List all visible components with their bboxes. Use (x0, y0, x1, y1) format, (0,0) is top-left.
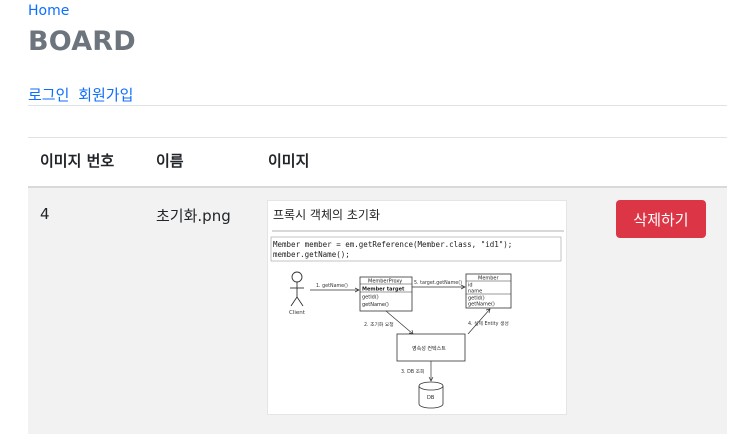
row-image-number: 4 (40, 205, 50, 223)
header-image: 이미지 (268, 152, 310, 170)
db-label: DB (427, 395, 435, 401)
code-line-1: Member member = em.getReference(Member.c… (273, 240, 512, 249)
member-field-2: name (468, 289, 482, 295)
auth-links: 로그인 회원가입 (28, 84, 137, 105)
table-top-border (28, 137, 727, 138)
step-1-label: 1. getName() (316, 283, 348, 289)
step-5-label: 5. target.getName() (414, 280, 462, 286)
home-link[interactable]: Home (28, 3, 69, 19)
code-line-2: member.getName(); (273, 250, 350, 259)
proxy-method-1: getId() (362, 295, 379, 301)
proxy-field: Member target (362, 287, 405, 293)
row-image-thumbnail: 프록시 객체의 초기화 Member member = em.getRefere… (267, 200, 567, 415)
page-title: BOARD (28, 26, 136, 57)
context-label: 영속성 컨텍스트 (412, 345, 446, 352)
auth-divider (28, 105, 727, 106)
client-label: Client (289, 310, 306, 316)
row-name: 초기화.png (156, 207, 231, 225)
signup-link[interactable]: 회원가입 (78, 86, 133, 104)
proxy-method-2: getName() (362, 302, 389, 308)
login-link[interactable]: 로그인 (28, 86, 69, 104)
step-3-label: 3. DB 조회 (401, 368, 424, 375)
image-heading: 프록시 객체의 초기화 (273, 208, 380, 222)
member-method-2: getName() (468, 302, 495, 308)
client-actor-icon (290, 271, 304, 307)
member-title: Member (478, 276, 500, 282)
proxy-title: MemberProxy (368, 279, 402, 285)
header-name: 이름 (156, 152, 184, 170)
step-2-label: 2. 초기화 요청 (364, 321, 394, 328)
step-4-label: 4. 실제 Entity 생성 (468, 320, 509, 327)
delete-button[interactable]: 삭제하기 (616, 200, 706, 238)
header-image-number: 이미지 번호 (40, 152, 115, 170)
